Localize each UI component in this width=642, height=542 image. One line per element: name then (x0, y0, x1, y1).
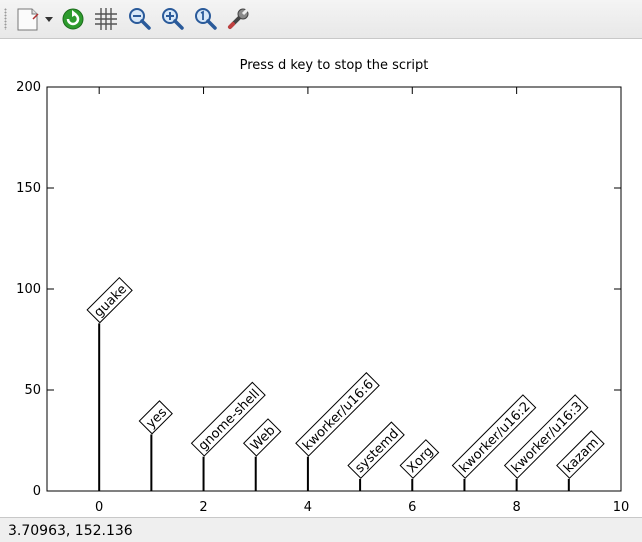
data-label-text: kworker/u16:6 (300, 377, 377, 454)
status-bar: 3.70963, 152.136 (0, 519, 642, 542)
chart-title: Press d key to stop the script (240, 58, 429, 73)
data-label: kazam (556, 430, 605, 479)
toolbar (0, 0, 642, 38)
zoom-out-icon (129, 8, 151, 30)
x-tick-label: 10 (613, 500, 630, 515)
zoom-reset-button[interactable] (191, 5, 219, 33)
data-label-text: systemd (352, 426, 402, 476)
export-menu-icon (17, 8, 53, 31)
settings-wrench-icon (228, 6, 251, 29)
y-tick-label: 0 (33, 484, 41, 499)
x-tick-label: 8 (512, 500, 520, 515)
y-tick-label: 100 (16, 282, 41, 297)
data-label: guake (86, 277, 133, 324)
plot-area[interactable]: Press d key to stop the script 0 50 100 150 2… (0, 38, 642, 518)
x-tick-label: 0 (95, 500, 103, 515)
chart-svg: Press d key to stop the script0501001502… (16, 58, 630, 515)
data-label: Web (242, 418, 282, 457)
replot-button[interactable] (59, 5, 87, 33)
x-tick-label: 6 (408, 500, 416, 515)
export-menu-button[interactable] (12, 5, 58, 33)
zoom-reset-icon (195, 8, 217, 30)
data-label: kworker/u16:6 (295, 372, 380, 457)
zoom-out-button[interactable] (125, 5, 153, 33)
data-label: Xorg (399, 439, 440, 479)
y-tick-label: 50 (24, 383, 41, 398)
replot-icon (62, 8, 84, 30)
y-tick-label: 200 (16, 80, 41, 95)
toolbar-grip[interactable] (4, 8, 7, 30)
x-tick-label: 4 (304, 500, 312, 515)
data-label: systemd (347, 421, 405, 479)
zoom-in-icon (162, 8, 184, 30)
data-label: yes (138, 400, 173, 435)
y-tick-label: 150 (16, 181, 41, 196)
cursor-coordinates: 3.70963, 152.136 (8, 523, 133, 539)
grid-button[interactable] (92, 5, 120, 33)
settings-button[interactable] (224, 5, 252, 33)
grid-icon (95, 8, 117, 30)
zoom-in-button[interactable] (158, 5, 186, 33)
x-tick-label: 2 (199, 500, 207, 515)
